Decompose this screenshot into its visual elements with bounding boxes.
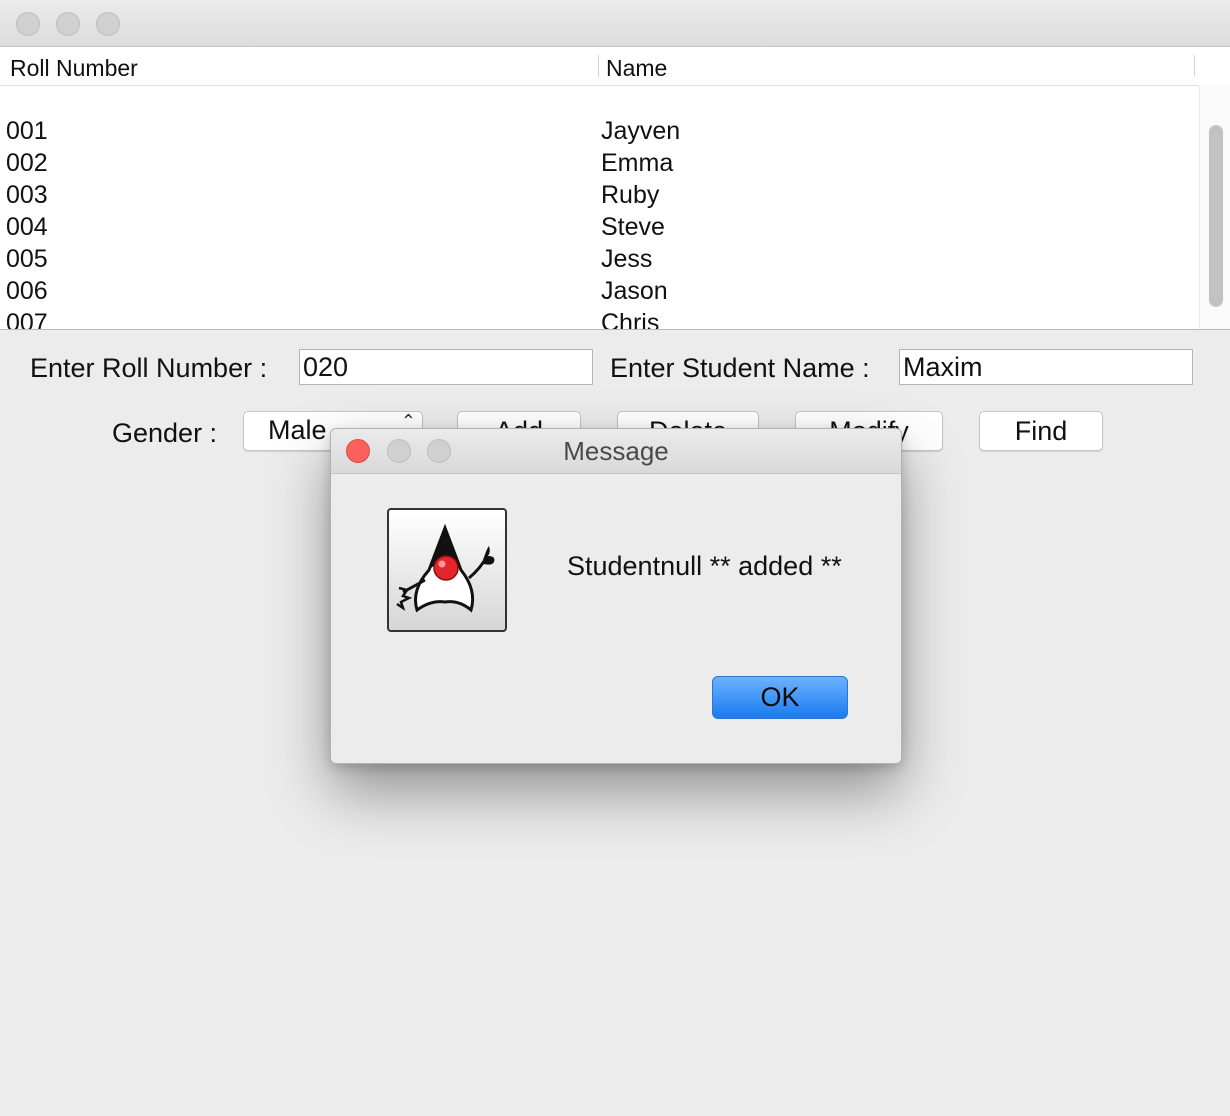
cell-name: Chris	[601, 309, 660, 330]
cell-name: Jason	[601, 277, 668, 305]
student-name-input[interactable]	[899, 349, 1193, 385]
dialog-close-button[interactable]	[346, 439, 370, 463]
column-header-roll-number[interactable]: Roll Number	[10, 55, 138, 82]
table-body: 001 Jayven 002 Emma 003 Ruby 004 Steve 005 Jess 00…	[0, 117, 1198, 330]
student-table[interactable]: Roll Number Name 001 Jayven 002 Emma 003 Ruby…	[0, 47, 1230, 330]
find-button[interactable]: Find	[979, 411, 1103, 451]
gender-label: Gender :	[112, 418, 218, 448]
dialog-zoom-button	[427, 439, 451, 463]
ok-button[interactable]: OK	[712, 676, 848, 719]
table-row[interactable]: 004 Steve	[0, 213, 1198, 245]
column-header-name[interactable]: Name	[606, 55, 667, 82]
dialog-title: Message	[563, 436, 669, 466]
roll-number-label: Enter Roll Number :	[30, 353, 268, 383]
cell-name: Steve	[601, 213, 665, 241]
table-row[interactable]: 003 Ruby	[0, 181, 1198, 213]
column-separator[interactable]	[1194, 55, 1195, 77]
table-row[interactable]: 007 Chris	[0, 309, 1198, 330]
cell-roll-number: 003	[6, 181, 48, 209]
cell-name: Jess	[601, 245, 653, 273]
table-header: Roll Number Name	[0, 47, 1198, 86]
cell-roll-number: 004	[6, 213, 48, 241]
gender-select-value: Male	[268, 415, 327, 445]
table-row[interactable]: 001 Jayven	[0, 117, 1198, 149]
window-minimize-button[interactable]	[56, 12, 80, 36]
window-zoom-button[interactable]	[96, 12, 120, 36]
cell-roll-number: 006	[6, 277, 48, 305]
column-separator[interactable]	[598, 55, 599, 77]
student-name-label: Enter Student Name :	[610, 353, 870, 383]
cell-name: Jayven	[601, 117, 681, 145]
cell-roll-number: 001	[6, 117, 48, 145]
roll-number-input[interactable]	[299, 349, 593, 385]
cell-roll-number: 007	[6, 309, 48, 330]
dialog-message: Studentnull ** added **	[567, 551, 842, 581]
table-row[interactable]: 002 Emma	[0, 149, 1198, 181]
table-row[interactable]: 006 Jason	[0, 277, 1198, 309]
dialog-titlebar: Message	[331, 429, 901, 474]
window-titlebar	[0, 0, 1230, 47]
table-scrollbar[interactable]	[1199, 85, 1230, 329]
cell-roll-number: 002	[6, 149, 48, 177]
cell-roll-number: 005	[6, 245, 48, 273]
cell-name: Emma	[601, 149, 674, 177]
table-row[interactable]: 005 Jess	[0, 245, 1198, 277]
scrollbar-thumb[interactable]	[1209, 125, 1223, 307]
cell-name: Ruby	[601, 181, 660, 209]
dialog-minimize-button	[387, 439, 411, 463]
duke-icon	[387, 508, 507, 632]
window-close-button[interactable]	[16, 12, 40, 36]
message-dialog: Message Studentnull ** added ** OK	[330, 428, 902, 764]
